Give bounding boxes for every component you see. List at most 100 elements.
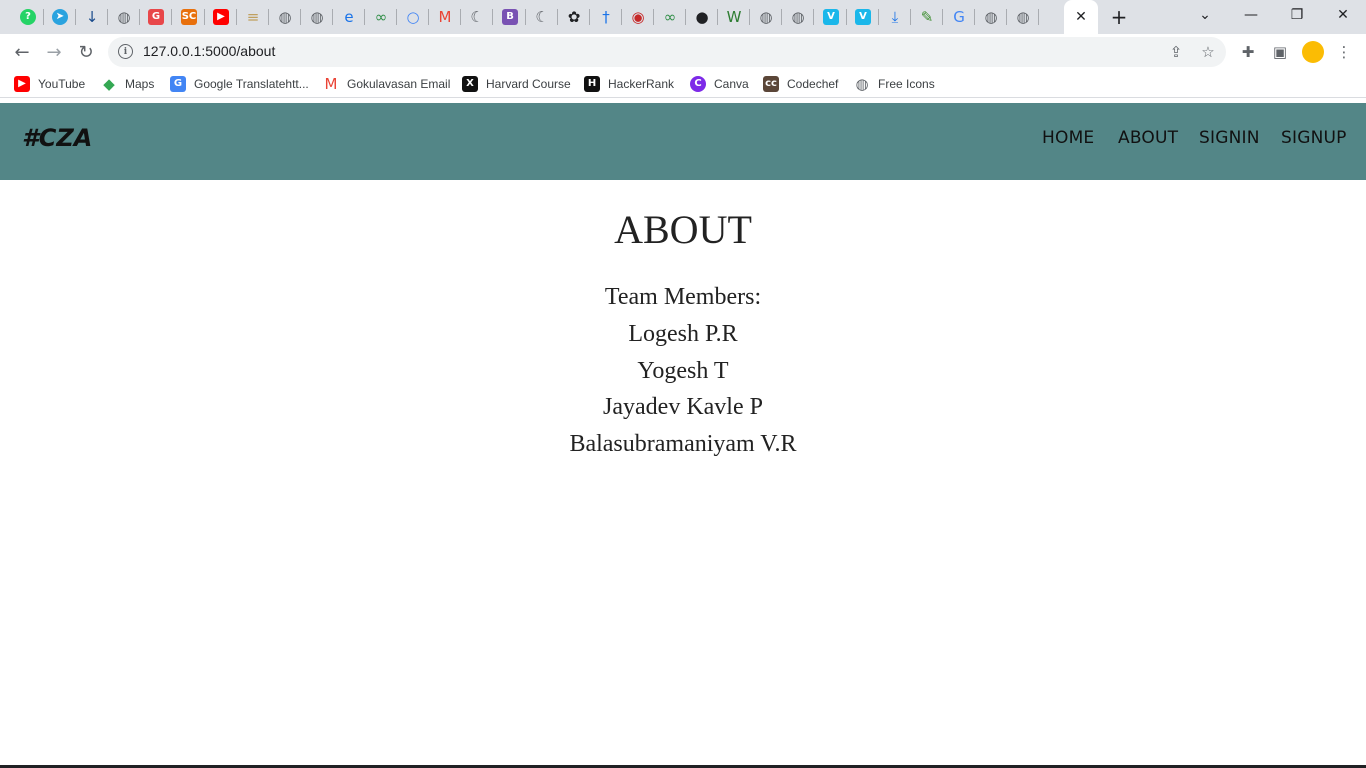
moon-icon: ☾: [470, 9, 484, 25]
browser-tab[interactable]: †: [590, 0, 622, 34]
circle-logo-icon: ○: [406, 9, 420, 25]
side-panel-icon[interactable]: ▣: [1270, 42, 1290, 62]
browser-tab[interactable]: ∞: [654, 0, 686, 34]
bookmark-item[interactable]: cc Codechef: [763, 75, 838, 93]
close-window-icon[interactable]: ✕: [1320, 0, 1366, 30]
restore-icon[interactable]: ❐: [1274, 0, 1320, 30]
vimeo-icon: V: [823, 9, 839, 25]
minimize-icon[interactable]: —: [1228, 0, 1274, 30]
browser-tab[interactable]: B: [494, 0, 526, 34]
bookmark-label: Canva: [714, 77, 749, 91]
browser-tab[interactable]: ▶: [205, 0, 237, 34]
geeksforgeeks-icon: ∞: [374, 9, 388, 25]
browser-tab[interactable]: SC: [173, 0, 205, 34]
bookmarks-bar: ▶ YouTube ◆ Maps G Google Translatehtt... M Gok…: [0, 70, 1366, 98]
forward-arrow-icon[interactable]: →: [40, 38, 68, 66]
globe-icon: ◍: [278, 9, 292, 25]
browser-tab[interactable]: ●: [686, 0, 718, 34]
site-info-icon[interactable]: i: [118, 44, 133, 59]
menu-kebab-icon[interactable]: ⋮: [1334, 42, 1354, 62]
bookmark-item[interactable]: ◍ Free Icons: [854, 75, 935, 93]
bookmark-item[interactable]: ◆ Maps: [101, 75, 154, 93]
browser-tab[interactable]: ➤: [44, 0, 76, 34]
browser-tab[interactable]: ∞: [365, 0, 397, 34]
extensions-puzzle-icon[interactable]: ✚: [1238, 42, 1258, 62]
close-tab-icon[interactable]: ✕: [1075, 9, 1087, 25]
canva-icon: C: [690, 76, 706, 92]
geeksforgeeks-icon: ∞: [663, 9, 677, 25]
new-tab-button[interactable]: +: [1106, 5, 1132, 29]
profile-avatar[interactable]: [1302, 41, 1324, 63]
pin-icon: ↓: [85, 9, 99, 25]
tab-separator: [1038, 9, 1039, 25]
tab-separator: [813, 9, 814, 25]
browser-tab[interactable]: ○: [397, 0, 429, 34]
browser-tab[interactable]: V: [847, 0, 879, 34]
tab-search-icon[interactable]: ⌄: [1182, 0, 1228, 30]
team-member: Yogesh T: [637, 358, 729, 384]
cross-icon: †: [602, 9, 610, 25]
browser-tab[interactable]: ?: [12, 0, 44, 34]
browser-tab[interactable]: ◍: [750, 0, 782, 34]
browser-tab[interactable]: M: [429, 0, 461, 34]
browser-tab[interactable]: ✿: [558, 0, 590, 34]
browser-tab[interactable]: W: [718, 0, 750, 34]
moon-icon: ☾: [535, 9, 549, 25]
bookmark-label: Free Icons: [878, 77, 935, 91]
browser-tab[interactable]: ≡: [237, 0, 269, 34]
address-url[interactable]: 127.0.0.1:5000/about: [143, 43, 275, 59]
browser-tab[interactable]: ◍: [269, 0, 301, 34]
nav-home-link[interactable]: HOME: [1042, 128, 1094, 148]
browser-tab[interactable]: ⤓: [879, 0, 911, 34]
browser-tab[interactable]: ◍: [1007, 0, 1039, 34]
tool-icon: ✎: [920, 9, 934, 25]
browser-tab[interactable]: ◍: [782, 0, 814, 34]
browser-tab[interactable]: ↓: [76, 0, 108, 34]
active-tab[interactable]: ✕: [1064, 0, 1098, 34]
team-heading: Team Members:: [604, 284, 762, 310]
team-member: Jayadev Kavle P: [603, 394, 763, 420]
back-arrow-icon[interactable]: ←: [8, 38, 36, 66]
browser-tab[interactable]: ☾: [461, 0, 493, 34]
browser-tab[interactable]: e: [333, 0, 365, 34]
browser-tab[interactable]: ✎: [911, 0, 943, 34]
browser-tab[interactable]: G: [140, 0, 172, 34]
tab-strip: ? ➤ ↓ ◍ G SC ▶ ≡ ◍ ◍ e ∞ ○ M ☾ B ☾ ✿ † ◉ ∞ ● W ◍ ◍ V V ⤓ ✎ G ◍ ◍ ✕ + ⌄ …: [0, 0, 1366, 34]
bookmark-item[interactable]: G Google Translatehtt...: [170, 75, 309, 93]
gmail-icon: M: [438, 9, 452, 25]
browser-tab[interactable]: ◍: [108, 0, 140, 34]
browser-tab[interactable]: G: [943, 0, 975, 34]
telegram-icon: ➤: [52, 9, 68, 25]
nav-signup-link[interactable]: SIGNUP: [1281, 128, 1347, 148]
whatsapp-icon: ?: [20, 9, 36, 25]
bookmark-item[interactable]: C Canva: [690, 75, 749, 93]
bookmark-item[interactable]: X Harvard Course: [462, 75, 571, 93]
bookmark-item[interactable]: H HackerRank: [584, 75, 674, 93]
share-icon[interactable]: ⇪: [1166, 42, 1186, 62]
browser-tab[interactable]: ☾: [526, 0, 558, 34]
bookmark-label: Codechef: [787, 77, 839, 91]
bookmark-label: Gokulavasan Email: [347, 77, 451, 91]
bookmark-item[interactable]: ▶ YouTube: [14, 75, 85, 93]
edx-icon: X: [462, 76, 478, 92]
browser-tab[interactable]: ◍: [301, 0, 333, 34]
globe-icon: ◍: [117, 9, 131, 25]
bookmark-label: YouTube: [38, 77, 86, 91]
openai-icon: ✿: [567, 9, 581, 25]
w-logo-icon: W: [726, 9, 742, 25]
site-brand[interactable]: #CZA: [22, 124, 92, 152]
bookmark-star-icon[interactable]: ☆: [1198, 42, 1218, 62]
bookmark-label: Harvard Course: [486, 77, 571, 91]
browser-tab[interactable]: V: [815, 0, 847, 34]
bookmark-label: HackerRank: [608, 77, 675, 91]
badge-icon: ◉: [631, 9, 645, 25]
browser-tab[interactable]: ◍: [975, 0, 1007, 34]
browser-tab[interactable]: ◉: [622, 0, 654, 34]
tab-separator: [171, 9, 172, 25]
bookmark-item[interactable]: M Gokulavasan Email: [323, 75, 451, 93]
nav-about-link[interactable]: ABOUT: [1118, 128, 1178, 148]
address-bar[interactable]: i 127.0.0.1:5000/about ⇪ ☆: [108, 37, 1226, 67]
reload-icon[interactable]: ↻: [72, 38, 100, 66]
tab-separator: [492, 9, 493, 25]
nav-signin-link[interactable]: SIGNIN: [1199, 128, 1260, 148]
